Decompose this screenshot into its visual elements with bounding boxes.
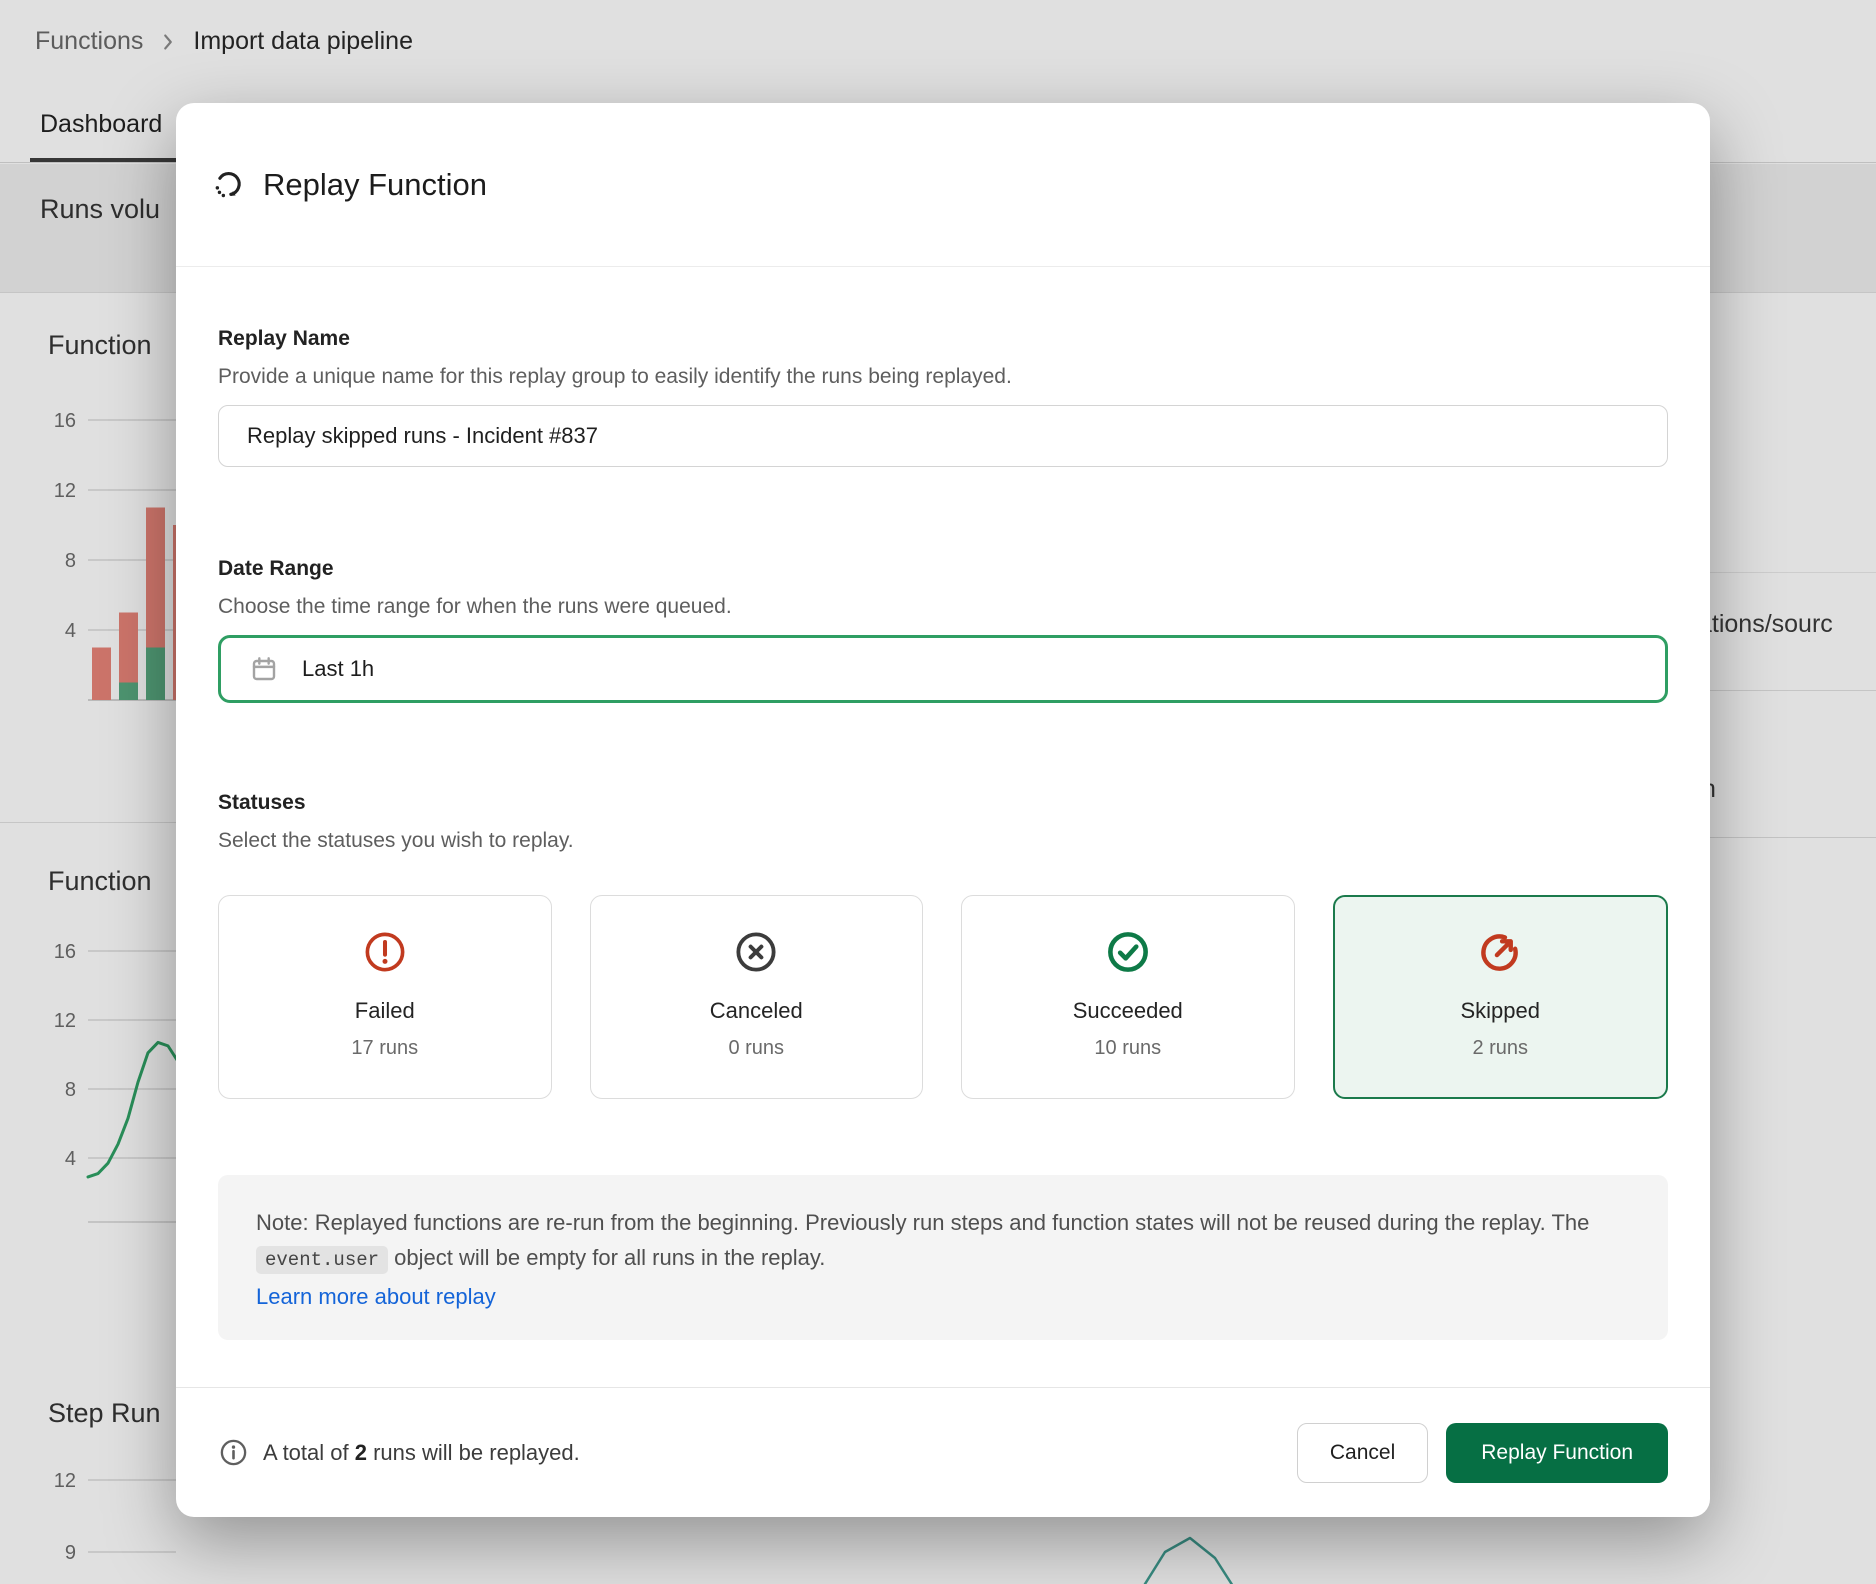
replay-name-label: Replay Name: [218, 325, 1668, 353]
status-card-skipped[interactable]: Skipped 2 runs: [1333, 895, 1669, 1099]
summary-text: A total of 2 runs will be replayed.: [263, 1440, 580, 1466]
status-card-count: 10 runs: [1094, 1037, 1161, 1060]
note-text: object will be empty for all runs in the…: [388, 1245, 825, 1270]
status-card-failed[interactable]: Failed 17 runs: [218, 895, 552, 1099]
date-range-value: Last 1h: [302, 656, 374, 682]
replay-name-input[interactable]: [218, 405, 1668, 467]
replay-icon: [210, 167, 246, 203]
statuses-description: Select the statuses you wish to replay.: [218, 827, 1668, 855]
status-card-name: Skipped: [1460, 998, 1540, 1024]
statuses-label: Statuses: [218, 789, 1668, 817]
status-card-name: Canceled: [710, 998, 803, 1024]
dialog-title: Replay Function: [263, 167, 487, 203]
date-range-select[interactable]: Last 1h: [218, 635, 1668, 703]
replay-function-button[interactable]: Replay Function: [1446, 1423, 1668, 1483]
arrow-out-circle-icon: [1477, 929, 1523, 975]
status-card-count: 2 runs: [1472, 1037, 1528, 1060]
code-chip: event.user: [256, 1246, 388, 1274]
date-range-description: Choose the time range for when the runs …: [218, 593, 1668, 621]
cancel-button[interactable]: Cancel: [1297, 1423, 1428, 1483]
replay-function-dialog: Replay Function Replay Name Provide a un…: [176, 103, 1710, 1517]
status-card-succeeded[interactable]: Succeeded 10 runs: [961, 895, 1295, 1099]
dialog-footer: A total of 2 runs will be replayed. Canc…: [176, 1387, 1710, 1517]
status-card-canceled[interactable]: Canceled 0 runs: [590, 895, 924, 1099]
replay-summary: A total of 2 runs will be replayed.: [218, 1437, 580, 1468]
status-card-count: 0 runs: [728, 1037, 784, 1060]
info-icon: [218, 1437, 249, 1468]
check-circle-icon: [1105, 929, 1151, 975]
status-cards: Failed 17 runs Canceled 0 runs: [218, 895, 1668, 1099]
learn-more-link[interactable]: Learn more about replay: [256, 1284, 496, 1310]
status-card-count: 17 runs: [351, 1037, 418, 1060]
summary-count: 2: [355, 1440, 367, 1465]
status-card-name: Succeeded: [1073, 998, 1183, 1024]
replay-note: Note: Replayed functions are re-run from…: [218, 1175, 1668, 1340]
dialog-body: Replay Name Provide a unique name for th…: [176, 325, 1710, 1340]
replay-name-description: Provide a unique name for this replay gr…: [218, 363, 1668, 391]
date-range-label: Date Range: [218, 555, 1668, 583]
note-text: Note: Replayed functions are re-run from…: [256, 1210, 1589, 1235]
footer-actions: Cancel Replay Function: [1297, 1423, 1668, 1483]
x-circle-icon: [733, 929, 779, 975]
alert-circle-icon: [362, 929, 408, 975]
dialog-header: Replay Function: [176, 103, 1710, 267]
screen: Functions Import data pipeline Dashboard…: [0, 0, 1876, 1584]
calendar-icon: [248, 653, 280, 685]
status-card-name: Failed: [355, 998, 415, 1024]
